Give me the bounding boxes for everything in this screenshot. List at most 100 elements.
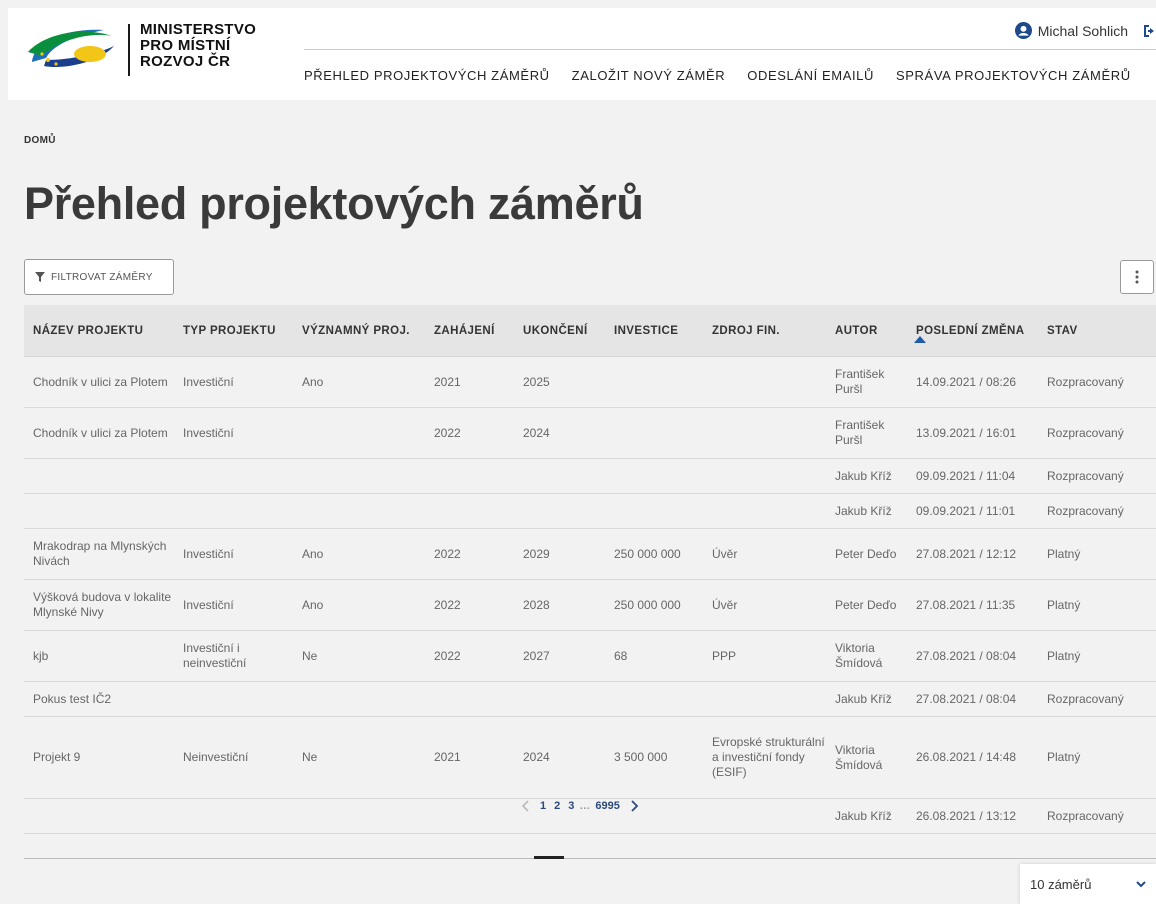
cell-significant: Ano [293, 356, 425, 408]
table-row[interactable]: Projekt 9 Neinvestiční Ne 2021 2024 3 500 000… [24, 716, 1156, 799]
column-header-funding[interactable]: ZDROJ FIN. [703, 305, 826, 357]
cell-end: 2027 [514, 630, 605, 682]
main-nav: PŘEHLED PROJEKTOVÝCH ZÁMĚRŮ ZALOŽIT NOVÝ… [304, 68, 1153, 83]
cell-type [174, 681, 293, 717]
next-page-icon[interactable] [630, 800, 638, 812]
page-link-3[interactable]: 3 [568, 800, 574, 812]
cell-status: Rozpracovaný [1038, 681, 1156, 717]
cell-last-change: 27.08.2021 / 08:04 [907, 681, 1038, 717]
nav-item-management[interactable]: SPRÁVA PROJEKTOVÝCH ZÁMĚRŮ [896, 68, 1131, 83]
table-row[interactable]: Výšková budova v lokalite Mlynské Nivy In… [24, 579, 1156, 631]
more-options-button[interactable] [1120, 260, 1154, 294]
cell-investment: 250 000 000 [605, 528, 703, 580]
logo-line-2: PRO MÍSTNÍ [140, 37, 231, 54]
column-header-significant[interactable]: VÝZNAMNÝ PROJ. [293, 305, 425, 357]
cell-funding [703, 798, 826, 834]
cell-name: Projekt 9 [24, 716, 174, 799]
column-header-author[interactable]: AUTOR [826, 305, 907, 357]
table-footer-divider [24, 858, 1156, 859]
page-title: Přehled projektových záměrů [24, 178, 644, 229]
column-header-investment[interactable]: INVESTICE [605, 305, 703, 357]
cell-start: 2022 [425, 407, 514, 459]
cell-start: 2022 [425, 630, 514, 682]
page-link-1[interactable]: 1 [540, 800, 546, 812]
cell-start [425, 681, 514, 717]
cell-funding: Evropské strukturální a investiční fondy… [703, 716, 826, 799]
cell-significant [293, 681, 425, 717]
cell-author: Peter Deďo [826, 579, 907, 631]
cell-significant: Ne [293, 716, 425, 799]
cell-investment: 3 500 000 [605, 716, 703, 799]
cell-last-change: 26.08.2021 / 13:12 [907, 798, 1038, 834]
cell-author: Jakub Kříž [826, 458, 907, 494]
cell-end [514, 458, 605, 494]
ministry-logo[interactable]: MINISTERSTVO PRO MÍSTNÍ ROZVOJ ČR [24, 20, 280, 80]
chevron-down-icon [1136, 880, 1146, 887]
cell-name: Výšková budova v lokalite Mlynské Nivy [24, 579, 174, 631]
logo-text: MINISTERSTVO PRO MÍSTNÍ ROZVOJ ČR [140, 22, 256, 70]
cell-name [24, 798, 174, 834]
cell-investment [605, 681, 703, 717]
pagination-ellipsis: … [579, 800, 591, 812]
column-header-start[interactable]: ZAHÁJENÍ [425, 305, 514, 357]
sort-ascending-icon[interactable] [914, 336, 926, 343]
cell-type [174, 798, 293, 834]
column-header-last-change[interactable]: POSLEDNÍ ZMĚNA [907, 305, 1038, 357]
breadcrumb[interactable]: DOMŮ [24, 135, 56, 146]
cell-author: Peter Deďo [826, 528, 907, 580]
column-header-end[interactable]: UKONČENÍ [514, 305, 605, 357]
user-avatar-icon [1014, 22, 1032, 39]
logout-icon[interactable] [1142, 23, 1156, 39]
cell-start [425, 493, 514, 529]
user-name[interactable]: Michal Sohlich [1038, 23, 1128, 39]
cell-name: Chodník v ulici za Plotem [24, 356, 174, 408]
table-header-row: NÁZEV PROJEKTU TYP PROJEKTU VÝZNAMNÝ PRO… [24, 305, 1156, 357]
cell-significant: Ne [293, 630, 425, 682]
cell-type [174, 458, 293, 494]
column-header-name[interactable]: NÁZEV PROJEKTU [24, 305, 174, 357]
filter-button[interactable]: FILTROVAT ZÁMĚRY [24, 259, 174, 295]
column-header-status[interactable]: STAV [1038, 305, 1156, 357]
page-link-last[interactable]: 6995 [595, 800, 619, 812]
cell-funding: PPP [703, 630, 826, 682]
cell-status: Platný [1038, 528, 1156, 580]
cell-significant: Ano [293, 528, 425, 580]
cell-investment [605, 493, 703, 529]
nav-item-emails[interactable]: ODESLÁNÍ EMAILŮ [747, 68, 874, 83]
logo-line-3: ROZVOJ ČR [140, 53, 231, 70]
cell-funding: Úvěr [703, 579, 826, 631]
cell-last-change: 27.08.2021 / 12:12 [907, 528, 1038, 580]
cell-author: František Puršl [826, 356, 907, 408]
table-row[interactable]: Jakub Kříž 09.09.2021 / 11:04 Rozpracovaný [24, 458, 1156, 494]
logo-emblem [28, 29, 114, 68]
nav-item-create[interactable]: ZALOŽIT NOVÝ ZÁMĚR [572, 68, 726, 83]
cell-type: Investiční [174, 407, 293, 459]
scroll-indicator[interactable] [534, 856, 564, 859]
logo-divider [128, 24, 130, 76]
table-row[interactable]: Chodník v ulici za Plotem Investiční Ano 20… [24, 356, 1156, 408]
cell-funding: Úvěr [703, 528, 826, 580]
cell-last-change: 13.09.2021 / 16:01 [907, 407, 1038, 459]
table-row[interactable]: Mrakodrap na Mlynských Nivách Investiční A… [24, 528, 1156, 580]
table-row[interactable]: Pokus test IČ2 Jakub Kříž 27.08.2021 / 08:… [24, 681, 1156, 717]
cell-status: Platný [1038, 716, 1156, 799]
cell-last-change: 14.09.2021 / 08:26 [907, 356, 1038, 408]
user-menu[interactable]: Michal Sohlich [1014, 22, 1156, 39]
table-row[interactable]: Jakub Kříž 09.09.2021 / 11:01 Rozpracovaný [24, 493, 1156, 529]
cell-type: Investiční [174, 356, 293, 408]
table-row[interactable]: kjb Investiční i neinvestiční Ne 2022 2027 68… [24, 630, 1156, 682]
cell-type: Neinvestiční [174, 716, 293, 799]
cell-status: Rozpracovaný [1038, 458, 1156, 494]
cell-investment: 250 000 000 [605, 579, 703, 631]
page-link-2[interactable]: 2 [554, 800, 560, 812]
page-size-select[interactable]: 10 záměrů [1020, 864, 1156, 904]
prev-page-icon[interactable] [522, 800, 530, 812]
nav-separator [304, 49, 1156, 50]
column-header-type[interactable]: TYP PROJEKTU [174, 305, 293, 357]
cell-significant [293, 798, 425, 834]
cell-investment [605, 356, 703, 408]
cell-end: 2025 [514, 356, 605, 408]
cell-author: František Puršl [826, 407, 907, 459]
nav-item-overview[interactable]: PŘEHLED PROJEKTOVÝCH ZÁMĚRŮ [304, 68, 550, 83]
table-row[interactable]: Chodník v ulici za Plotem Investiční 2022 2… [24, 407, 1156, 459]
